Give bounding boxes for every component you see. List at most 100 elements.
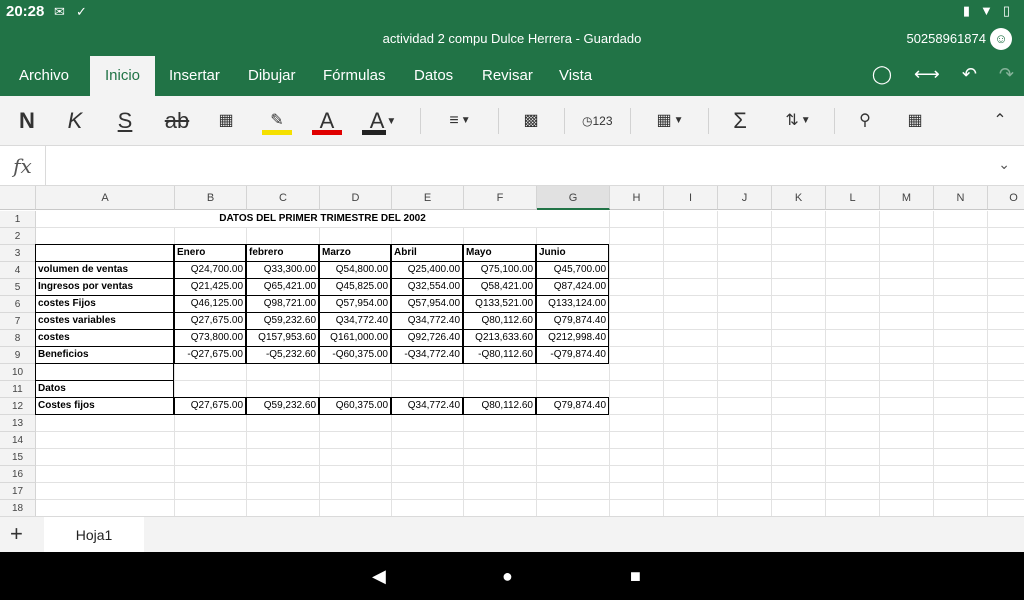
cell[interactable]: [610, 211, 664, 228]
cell[interactable]: [464, 432, 537, 449]
cell[interactable]: [826, 245, 880, 262]
cell[interactable]: [988, 500, 1024, 516]
search-icon[interactable]: ⚲: [850, 106, 880, 136]
cell[interactable]: [988, 211, 1024, 228]
cell[interactable]: [320, 381, 392, 398]
cell[interactable]: [175, 483, 247, 500]
cell[interactable]: [664, 500, 718, 516]
cell[interactable]: [988, 347, 1024, 364]
cell[interactable]: [610, 330, 664, 347]
cell[interactable]: [610, 466, 664, 483]
cell[interactable]: [718, 330, 772, 347]
cell[interactable]: [772, 364, 826, 381]
cell[interactable]: [988, 398, 1024, 415]
cell[interactable]: [934, 211, 988, 228]
costes-fijos-value-cell[interactable]: Q27,675.00: [174, 397, 246, 415]
header-cell[interactable]: Junio: [536, 244, 609, 262]
cell[interactable]: [464, 364, 537, 381]
cell[interactable]: [175, 415, 247, 432]
cell[interactable]: [826, 483, 880, 500]
cell[interactable]: [175, 364, 247, 381]
cell[interactable]: [880, 432, 934, 449]
cell[interactable]: [247, 500, 320, 516]
cell[interactable]: [988, 296, 1024, 313]
cell[interactable]: [772, 500, 826, 516]
cell[interactable]: [320, 432, 392, 449]
cell[interactable]: [880, 466, 934, 483]
cell[interactable]: [247, 432, 320, 449]
cell[interactable]: [934, 262, 988, 279]
value-cell[interactable]: Q161,000.00: [319, 329, 391, 347]
cell[interactable]: [537, 415, 610, 432]
row-header-13[interactable]: 13: [0, 415, 36, 432]
row-header-4[interactable]: 4: [0, 262, 36, 279]
value-cell[interactable]: Q87,424.00: [536, 278, 609, 296]
value-cell[interactable]: Q92,726.40: [391, 329, 463, 347]
costes-fijos-value-cell[interactable]: Q34,772.40: [391, 397, 463, 415]
cell[interactable]: [36, 483, 175, 500]
cell[interactable]: [880, 211, 934, 228]
cell[interactable]: [610, 296, 664, 313]
cell[interactable]: [934, 296, 988, 313]
header-cell[interactable]: Abril: [391, 244, 463, 262]
value-cell[interactable]: Q34,772.40: [391, 312, 463, 330]
cell[interactable]: [826, 279, 880, 296]
font-color-dropdown[interactable]: A ▼: [362, 106, 404, 136]
cell[interactable]: [934, 313, 988, 330]
row-label-cell[interactable]: Beneficios: [35, 346, 174, 364]
cell[interactable]: [664, 449, 718, 466]
row-header-7[interactable]: 7: [0, 313, 36, 330]
cell[interactable]: [880, 381, 934, 398]
cell[interactable]: [537, 449, 610, 466]
expand-formula-icon[interactable]: ⌄: [998, 156, 1010, 173]
grid-view-icon[interactable]: ▦: [900, 106, 930, 136]
cell[interactable]: [610, 364, 664, 381]
cell[interactable]: [464, 500, 537, 516]
cell[interactable]: [537, 483, 610, 500]
row-header-18[interactable]: 18: [0, 500, 36, 516]
cell[interactable]: [934, 466, 988, 483]
column-header-i[interactable]: I: [664, 186, 718, 210]
value-cell[interactable]: Q34,772.40: [319, 312, 391, 330]
costes-fijos-value-cell[interactable]: Q79,874.40: [536, 397, 609, 415]
cell[interactable]: [934, 364, 988, 381]
cell[interactable]: [664, 296, 718, 313]
tab-datos[interactable]: Datos: [400, 56, 467, 96]
value-cell[interactable]: Q75,100.00: [463, 261, 536, 279]
value-cell[interactable]: Q133,521.00: [463, 295, 536, 313]
cell[interactable]: [610, 228, 664, 245]
cell[interactable]: [36, 466, 175, 483]
cell[interactable]: [664, 211, 718, 228]
value-cell[interactable]: -Q34,772.40: [391, 346, 463, 364]
cell[interactable]: [664, 313, 718, 330]
align-button[interactable]: ≡ ▼: [440, 106, 480, 136]
cell[interactable]: [175, 228, 247, 245]
cell[interactable]: [718, 466, 772, 483]
cell[interactable]: [392, 449, 464, 466]
cell[interactable]: [464, 483, 537, 500]
value-cell[interactable]: Q24,700.00: [174, 261, 246, 279]
row-label-cell[interactable]: volumen de ventas: [35, 261, 174, 279]
value-cell[interactable]: Q212,998.40: [536, 329, 609, 347]
cell[interactable]: [880, 449, 934, 466]
cell[interactable]: [36, 500, 175, 516]
cell[interactable]: [772, 279, 826, 296]
value-cell[interactable]: Q45,700.00: [536, 261, 609, 279]
cell[interactable]: [988, 415, 1024, 432]
cell[interactable]: [934, 347, 988, 364]
cell[interactable]: [320, 228, 392, 245]
cell[interactable]: [664, 245, 718, 262]
cell[interactable]: [392, 228, 464, 245]
italic-button[interactable]: K: [62, 106, 88, 136]
add-sheet-button[interactable]: +: [10, 521, 23, 547]
header-cell[interactable]: febrero: [246, 244, 319, 262]
cell[interactable]: [880, 228, 934, 245]
cell[interactable]: [988, 483, 1024, 500]
cell[interactable]: [988, 262, 1024, 279]
column-header-o[interactable]: O: [988, 186, 1024, 210]
cell[interactable]: [320, 466, 392, 483]
cell[interactable]: [880, 262, 934, 279]
value-cell[interactable]: Q157,953.60: [246, 329, 319, 347]
cell[interactable]: [880, 483, 934, 500]
cell[interactable]: [934, 483, 988, 500]
